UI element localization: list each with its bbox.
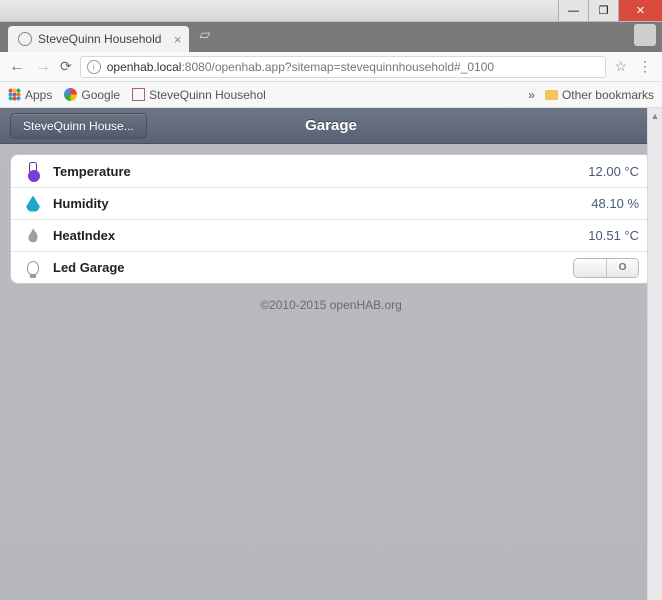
site-info-icon[interactable]: i	[87, 60, 101, 74]
browser-tab-strip: SteveQuinn Household × ▱	[0, 22, 662, 52]
row-label: Humidity	[53, 196, 109, 211]
scroll-up-icon[interactable]: ▲	[648, 108, 662, 124]
nav-back-icon[interactable]: ←	[8, 58, 26, 76]
flame-icon	[23, 226, 43, 246]
other-bookmarks-label: Other bookmarks	[562, 88, 654, 102]
toggle-on-button[interactable]: O	[606, 259, 638, 277]
bookmarks-bar: Apps Google SteveQuinn Househol » Other …	[0, 82, 662, 108]
window-close-button[interactable]: ✕	[618, 0, 662, 21]
window-titlebar: — ❐ ✕	[0, 0, 662, 22]
favicon-icon	[18, 32, 32, 46]
bookmarks-overflow-icon[interactable]: »	[528, 88, 535, 102]
browser-menu-icon[interactable]: ⋮	[635, 58, 654, 75]
folder-icon	[545, 90, 558, 100]
row-label: Led Garage	[53, 260, 125, 275]
openhab-back-button[interactable]: SteveQuinn House...	[10, 113, 147, 139]
page-footer: ©2010-2015 openHAB.org	[0, 298, 662, 312]
row-label: HeatIndex	[53, 228, 115, 243]
row-value: 12.00 °C	[588, 164, 639, 179]
page-title: Garage	[305, 117, 357, 134]
list-item-heatindex[interactable]: HeatIndex 10.51 °C	[11, 219, 651, 251]
list-item-humidity[interactable]: Humidity 48.10 %	[11, 187, 651, 219]
nav-reload-icon[interactable]: ⟳	[60, 58, 72, 75]
url-host: openhab.local	[107, 60, 182, 74]
row-label: Temperature	[53, 164, 131, 179]
led-toggle[interactable]: O	[573, 258, 639, 278]
apps-grid-icon	[8, 88, 21, 101]
toggle-off-button[interactable]	[574, 259, 606, 277]
address-bar[interactable]: i openhab.local:8080/openhab.app?sitemap…	[80, 56, 607, 78]
bookmark-stevequinn[interactable]: SteveQuinn Househol	[132, 88, 266, 102]
page-viewport: SteveQuinn House... Garage Temperature 1…	[0, 108, 662, 600]
row-value: 10.51 °C	[588, 228, 639, 243]
new-tab-button[interactable]: ▱	[199, 26, 210, 43]
readings-list: Temperature 12.00 °C Humidity 48.10 % He…	[10, 154, 652, 284]
tab-strip-user-icon[interactable]	[634, 24, 656, 46]
scrollbar[interactable]: ▲	[647, 108, 662, 600]
browser-tab-active[interactable]: SteveQuinn Household ×	[8, 26, 189, 52]
browser-toolbar: ← → ⟳ i openhab.local:8080/openhab.app?s…	[0, 52, 662, 82]
tab-title: SteveQuinn Household	[38, 32, 161, 46]
url-rest: :8080/openhab.app?sitemap=stevequinnhous…	[181, 60, 494, 74]
window-maximize-button[interactable]: ❐	[588, 0, 618, 21]
bulb-icon	[23, 258, 43, 278]
apps-label: Apps	[25, 88, 52, 102]
window-minimize-button[interactable]: —	[558, 0, 588, 21]
thermometer-icon	[23, 161, 43, 181]
openhab-header: SteveQuinn House... Garage	[0, 108, 662, 144]
list-item-led-garage[interactable]: Led Garage O	[11, 251, 651, 283]
bookmark-star-icon[interactable]: ☆	[614, 58, 627, 75]
list-item-temperature[interactable]: Temperature 12.00 °C	[11, 155, 651, 187]
bookmark-google[interactable]: Google	[64, 88, 120, 102]
nav-forward-icon: →	[34, 58, 52, 76]
row-value: 48.10 %	[591, 196, 639, 211]
bookmarks-apps[interactable]: Apps	[8, 88, 52, 102]
tab-close-icon[interactable]: ×	[174, 32, 182, 47]
bookmark-label: Google	[81, 88, 120, 102]
google-icon	[64, 88, 77, 101]
other-bookmarks[interactable]: Other bookmarks	[545, 88, 654, 102]
openhab-icon	[132, 88, 145, 101]
droplet-icon	[23, 194, 43, 214]
bookmark-label: SteveQuinn Househol	[149, 88, 266, 102]
